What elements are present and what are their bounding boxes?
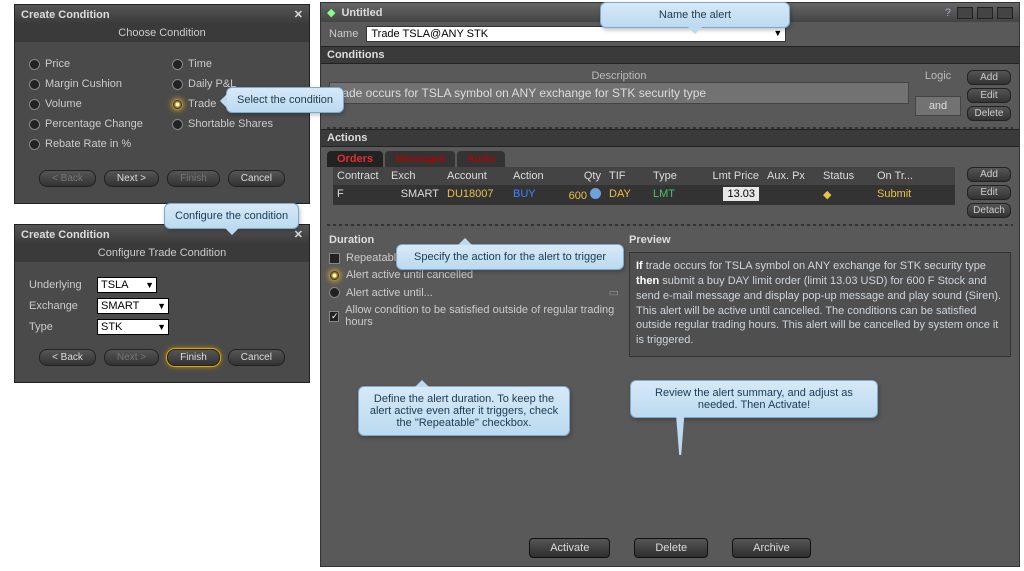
outside-hours-checkbox[interactable]: Allow condition to be satisfied outside … bbox=[329, 304, 619, 328]
radio-shortable-shares[interactable]: Shortable Shares bbox=[172, 118, 295, 130]
radio-percentage-change[interactable]: Percentage Change bbox=[29, 118, 152, 130]
tab-messages[interactable]: Messages bbox=[385, 151, 455, 167]
callout-specify-action: Specify the action for the alert to trig… bbox=[396, 244, 624, 270]
edit-action-button[interactable]: Edit bbox=[967, 185, 1011, 200]
dialog-subtitle: Configure Trade Condition bbox=[15, 244, 309, 262]
close-icon[interactable] bbox=[997, 7, 1013, 19]
clock-icon bbox=[590, 188, 601, 199]
orders-table: Contract Exch Account Action Qty TIF Typ… bbox=[333, 167, 955, 205]
logic-header: Logic bbox=[915, 70, 961, 82]
table-header: Contract Exch Account Action Qty TIF Typ… bbox=[333, 167, 955, 185]
chevron-down-icon: ▼ bbox=[157, 301, 166, 311]
add-condition-button[interactable]: Add bbox=[967, 70, 1011, 85]
delete-condition-button[interactable]: Delete bbox=[967, 106, 1011, 121]
detach-action-button[interactable]: Detach bbox=[967, 203, 1011, 218]
callout-name-alert: Name the alert bbox=[600, 2, 790, 28]
name-label: Name bbox=[329, 28, 358, 40]
radio-rebate-rate[interactable]: Rebate Rate in % bbox=[29, 138, 152, 150]
close-icon[interactable]: ✕ bbox=[294, 8, 303, 21]
chevron-down-icon: ▼ bbox=[773, 28, 782, 38]
window-icon: ◆ bbox=[327, 6, 335, 19]
tab-audio[interactable]: Audio bbox=[457, 151, 505, 167]
next-button[interactable]: Next > bbox=[104, 349, 159, 366]
description-header: Description bbox=[329, 70, 909, 82]
actions-header: Actions bbox=[321, 129, 1019, 147]
underlying-select[interactable]: TSLA▼ bbox=[97, 277, 157, 293]
type-select[interactable]: STK▼ bbox=[97, 319, 169, 335]
cancel-button[interactable]: Cancel bbox=[228, 349, 285, 366]
condition-description[interactable]: trade occurs for TSLA symbol on ANY exch… bbox=[329, 82, 909, 104]
next-button[interactable]: Next > bbox=[104, 170, 159, 187]
preview-text: If trade occurs for TSLA symbol on ANY e… bbox=[629, 252, 1011, 357]
radio-price[interactable]: Price bbox=[29, 58, 152, 70]
preview-header: Preview bbox=[629, 234, 1011, 246]
back-button[interactable]: < Back bbox=[39, 349, 96, 366]
type-label: Type bbox=[29, 321, 91, 333]
radio-volume[interactable]: Volume bbox=[29, 98, 152, 110]
edit-condition-button[interactable]: Edit bbox=[967, 88, 1011, 103]
alert-editor-window: ◆ Untitled ? Name Trade TSLA@ANY STK ▼ C… bbox=[320, 2, 1020, 567]
chevron-down-icon: ▼ bbox=[157, 322, 166, 332]
conditions-header: Conditions bbox=[321, 46, 1019, 64]
radio-margin-cushion[interactable]: Margin Cushion bbox=[29, 78, 152, 90]
table-row[interactable]: F SMART DU18007 BUY 600 DAY LMT 13.03 ◆ … bbox=[333, 185, 955, 205]
exchange-select[interactable]: SMART▼ bbox=[97, 298, 169, 314]
delete-button[interactable]: Delete bbox=[634, 538, 708, 558]
exchange-label: Exchange bbox=[29, 300, 91, 312]
help-icon[interactable]: ? bbox=[945, 7, 951, 19]
radio-time[interactable]: Time bbox=[172, 58, 295, 70]
chevron-down-icon: ▼ bbox=[145, 280, 154, 290]
maximize-icon[interactable] bbox=[977, 7, 993, 19]
underlying-label: Underlying bbox=[29, 279, 91, 291]
dialog-title: Create Condition bbox=[21, 9, 110, 21]
minimize-icon[interactable] bbox=[957, 7, 973, 19]
back-button[interactable]: < Back bbox=[39, 170, 96, 187]
radio-active-until-cancelled[interactable]: Alert active until cancelled bbox=[329, 269, 619, 281]
tab-orders[interactable]: Orders bbox=[327, 151, 383, 167]
close-icon[interactable]: ✕ bbox=[294, 228, 303, 241]
logic-value[interactable]: and bbox=[915, 96, 961, 116]
activate-button[interactable]: Activate bbox=[529, 538, 610, 558]
finish-button[interactable]: Finish bbox=[167, 170, 220, 187]
calendar-icon[interactable]: ▭ bbox=[609, 286, 619, 299]
cancel-button[interactable]: Cancel bbox=[228, 170, 285, 187]
callout-review: Review the alert summary, and adjust as … bbox=[630, 380, 878, 418]
dialog-subtitle: Choose Condition bbox=[15, 24, 309, 42]
archive-button[interactable]: Archive bbox=[732, 538, 811, 558]
callout-select-condition: Select the condition bbox=[226, 87, 344, 113]
radio-active-until-date[interactable]: Alert active until... ▭ bbox=[329, 286, 619, 299]
create-condition-dialog-configure: Create Condition ✕ Configure Trade Condi… bbox=[14, 224, 310, 383]
dialog-title: Create Condition bbox=[21, 229, 110, 241]
callout-duration: Define the alert duration. To keep the a… bbox=[358, 386, 570, 436]
window-title: Untitled bbox=[341, 7, 382, 19]
alert-name-input[interactable]: Trade TSLA@ANY STK ▼ bbox=[366, 26, 786, 42]
finish-button[interactable]: Finish bbox=[167, 349, 220, 366]
add-action-button[interactable]: Add bbox=[967, 167, 1011, 182]
callout-configure-condition: Configure the condition bbox=[164, 203, 299, 229]
